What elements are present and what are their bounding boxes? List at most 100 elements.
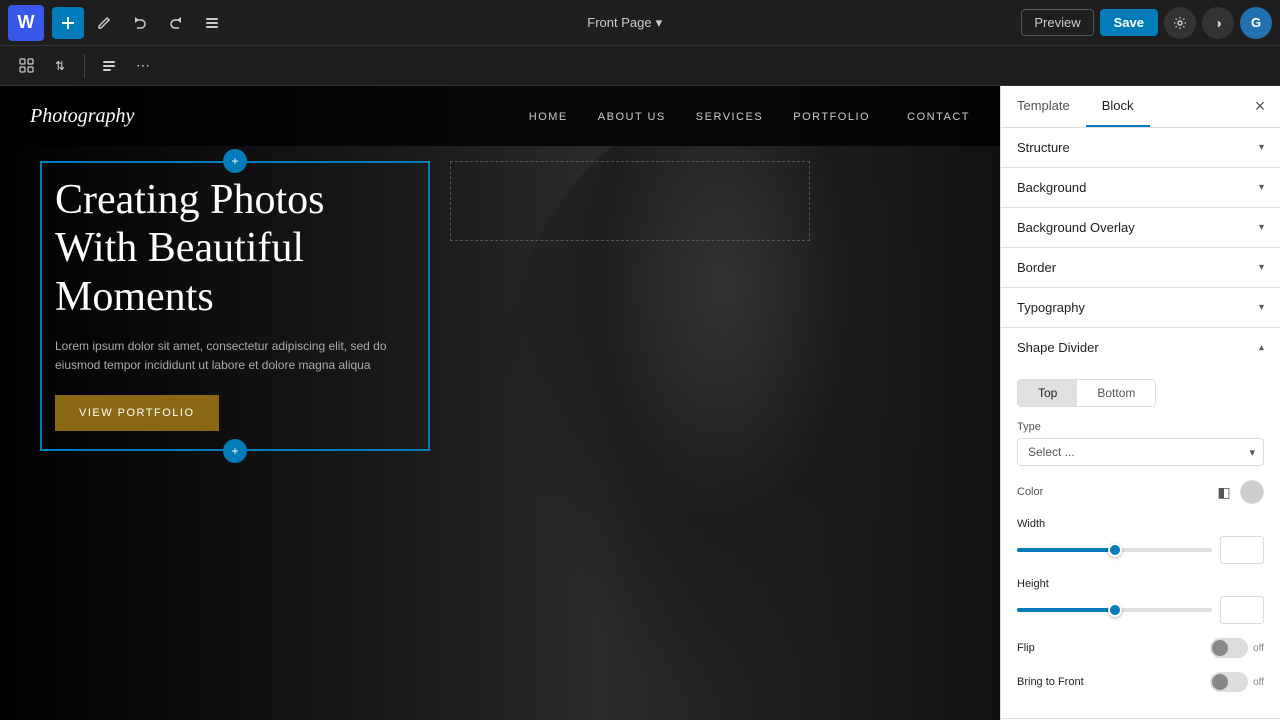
accordion-background: Background ▾	[1001, 168, 1280, 208]
accordion-typography-header[interactable]: Typography ▾	[1001, 288, 1280, 327]
preview-button[interactable]: Preview	[1021, 9, 1093, 36]
height-slider-controls	[1017, 596, 1264, 624]
flip-toggle[interactable]: off	[1210, 638, 1264, 658]
nav-item-portfolio[interactable]: PORTFOLIO	[793, 107, 877, 125]
width-slider-fill	[1017, 548, 1115, 552]
accordion-border-header[interactable]: Border ▾	[1001, 248, 1280, 287]
color-row: Color ◧	[1017, 480, 1264, 504]
accordion-bg-overlay: Background Overlay ▾	[1001, 208, 1280, 248]
bring-to-front-toggle-track[interactable]	[1210, 672, 1248, 692]
accordion-background-header[interactable]: Background ▾	[1001, 168, 1280, 207]
height-slider-thumb[interactable]	[1108, 603, 1122, 617]
nav-item-services[interactable]: SERVICES	[696, 107, 763, 125]
color-scheme-button[interactable]: ◑	[1202, 7, 1234, 39]
page-title-label: Front Page	[587, 15, 651, 30]
nav-item-home[interactable]: HOME	[529, 107, 568, 125]
block-handle-bottom[interactable]: +	[223, 439, 247, 463]
panel-close-button[interactable]: ×	[1244, 91, 1276, 123]
chevron-up-down-icon: ⇅	[55, 59, 65, 73]
flip-toggle-state: off	[1253, 643, 1264, 654]
accordion-shape-divider-label: Shape Divider	[1017, 340, 1099, 355]
flip-toggle-track[interactable]	[1210, 638, 1248, 658]
layout-grid-button[interactable]	[12, 52, 40, 80]
tab-block[interactable]: Block	[1086, 86, 1150, 127]
main-layout: Photography HOME ABOUT US SERVICES PORTF…	[0, 86, 1280, 720]
nav-item-about[interactable]: ABOUT US	[598, 107, 666, 125]
toggle-arrows-button[interactable]: ⇅	[46, 52, 74, 80]
accordion-border-arrow-icon: ▾	[1259, 262, 1264, 273]
accordion-typography-arrow-icon: ▾	[1259, 302, 1264, 313]
user-avatar-button[interactable]: G	[1240, 7, 1272, 39]
site-logo: Photography	[30, 105, 134, 128]
ellipsis-icon: ⋯	[136, 57, 150, 74]
accordion-shape-divider-arrow-icon: ▾	[1259, 342, 1264, 353]
accordion-structure-header[interactable]: Structure ▾	[1001, 128, 1280, 167]
accordion-shape-divider-header[interactable]: Shape Divider ▾	[1001, 328, 1280, 367]
top-tab-button[interactable]: Top	[1018, 380, 1077, 406]
bring-to-front-row: Bring to Front off	[1017, 672, 1264, 692]
right-panel: Template Block × Structure ▾ Background …	[1000, 86, 1280, 720]
width-input[interactable]	[1220, 536, 1264, 564]
accordion-border-label: Border	[1017, 260, 1056, 275]
flip-label: Flip	[1017, 642, 1035, 654]
accordion-typography: Typography ▾	[1001, 288, 1280, 328]
canvas-area[interactable]: Photography HOME ABOUT US SERVICES PORTF…	[0, 86, 1000, 720]
accordion-bg-overlay-header[interactable]: Background Overlay ▾	[1001, 208, 1280, 247]
settings-button[interactable]	[1164, 7, 1196, 39]
site-preview: Photography HOME ABOUT US SERVICES PORTF…	[0, 86, 1000, 720]
nav-item-contact[interactable]: CONTACT	[907, 107, 970, 125]
page-title-button[interactable]: Front Page ▾	[579, 11, 670, 35]
flip-toggle-knob	[1212, 640, 1228, 656]
redo-button[interactable]	[160, 7, 192, 39]
save-button[interactable]: Save	[1100, 9, 1158, 36]
select-chevron-icon: ▾	[1241, 446, 1263, 459]
justify-button[interactable]	[95, 52, 123, 80]
type-field: Type Select ... ▾	[1017, 421, 1264, 466]
secondary-toolbar: ⇅ ⋯	[0, 46, 1280, 86]
top-bottom-toggle: Top Bottom	[1017, 379, 1156, 407]
panel-tabs: Template Block ×	[1001, 86, 1280, 128]
accordion-shape-divider: Shape Divider ▾ Top Bottom Type Se	[1001, 328, 1280, 719]
more-options-button[interactable]: ⋯	[129, 52, 157, 80]
color-controls: ◧	[1212, 480, 1264, 504]
bring-to-front-toggle-knob	[1212, 674, 1228, 690]
type-select-wrap: Select ... ▾	[1017, 438, 1264, 466]
nav-links: HOME ABOUT US SERVICES PORTFOLIO CONTACT	[529, 107, 970, 125]
page-title-chevron-icon: ▾	[656, 15, 663, 31]
height-slider-row: Height	[1017, 578, 1264, 624]
bottom-tab-button[interactable]: Bottom	[1077, 380, 1155, 406]
bring-to-front-toggle-state: off	[1253, 677, 1264, 688]
selected-block-outline[interactable]: + +	[40, 161, 430, 451]
height-slider-fill	[1017, 608, 1115, 612]
color-swatch[interactable]	[1240, 480, 1264, 504]
add-block-button[interactable]	[52, 7, 84, 39]
accordion-background-label: Background	[1017, 180, 1086, 195]
half-circle-icon: ◑	[1214, 15, 1222, 31]
gradient-icon[interactable]: ◧	[1212, 480, 1236, 504]
accordion-background-arrow-icon: ▾	[1259, 182, 1264, 193]
undo-button[interactable]	[124, 7, 156, 39]
tab-template[interactable]: Template	[1001, 86, 1086, 127]
accordion-bg-overlay-label: Background Overlay	[1017, 220, 1135, 235]
width-slider-track[interactable]	[1017, 548, 1212, 552]
bring-to-front-toggle[interactable]: off	[1210, 672, 1264, 692]
width-label: Width	[1017, 518, 1264, 530]
color-label: Color	[1017, 486, 1043, 498]
height-slider-track[interactable]	[1017, 608, 1212, 612]
center-title: Front Page ▾	[232, 11, 1017, 35]
accordion-structure: Structure ▾	[1001, 128, 1280, 168]
bring-to-front-label: Bring to Front	[1017, 676, 1084, 688]
block-handle-top[interactable]: +	[223, 149, 247, 173]
site-navigation: Photography HOME ABOUT US SERVICES PORTF…	[0, 86, 1000, 146]
edit-tool-button[interactable]	[88, 7, 120, 39]
dashed-block[interactable]	[450, 161, 810, 241]
list-view-button[interactable]	[196, 7, 228, 39]
accordion-typography-label: Typography	[1017, 300, 1085, 315]
accordion-bg-overlay-arrow-icon: ▾	[1259, 222, 1264, 233]
flip-row: Flip off	[1017, 638, 1264, 658]
accordion-structure-arrow-icon: ▾	[1259, 142, 1264, 153]
wp-logo-icon[interactable]: W	[8, 5, 44, 41]
type-select[interactable]: Select ...	[1018, 439, 1241, 465]
width-slider-thumb[interactable]	[1108, 543, 1122, 557]
height-input[interactable]	[1220, 596, 1264, 624]
